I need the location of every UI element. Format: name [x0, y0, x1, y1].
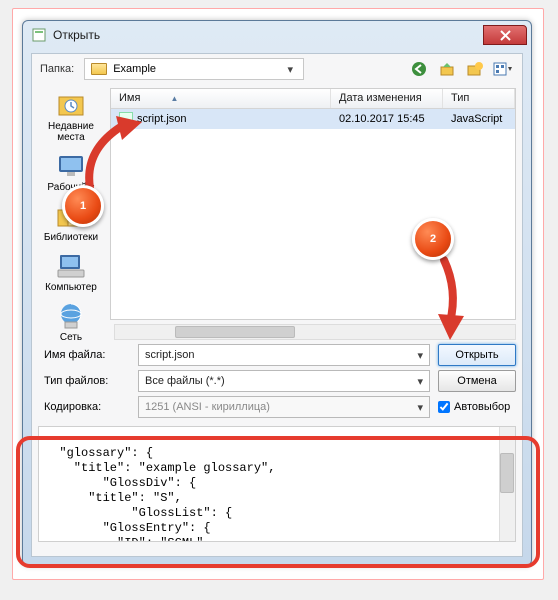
nav-icons	[408, 58, 514, 80]
chevron-down-icon: ▾	[283, 63, 297, 76]
filename-row: Имя файла: script.json▾ Открыть	[32, 342, 522, 368]
cancel-button[interactable]: Отмена	[438, 370, 516, 392]
scroll-thumb[interactable]	[500, 453, 514, 493]
annotation-arrow-2	[414, 250, 484, 340]
preview-text: "glossary": { "title": "example glossary…	[39, 427, 515, 542]
view-menu-icon[interactable]	[492, 58, 514, 80]
autodetect-checkbox[interactable]: Автовыбор	[438, 401, 516, 413]
file-row[interactable]: script.json 02.10.2017 15:45 JavaScript	[111, 109, 515, 129]
col-type[interactable]: Тип	[443, 89, 515, 108]
back-icon[interactable]	[408, 58, 430, 80]
folder-label: Папка:	[40, 63, 74, 75]
place-label: Компьютер	[45, 282, 97, 293]
folder-name: Example	[113, 63, 156, 75]
file-type: JavaScript	[443, 111, 515, 127]
folder-icon	[91, 63, 107, 75]
folder-bar: Папка: Example ▾	[32, 54, 522, 84]
filetype-row: Тип файлов: Все файлы (*.*)▾ Отмена	[32, 368, 522, 394]
place-label: Библиотеки	[44, 232, 98, 243]
col-name[interactable]: Имя▲	[111, 89, 331, 108]
callout-2: 2	[412, 218, 454, 260]
sort-asc-icon: ▲	[170, 94, 178, 103]
titlebar: Открыть	[23, 21, 531, 49]
place-network[interactable]: Сеть	[34, 299, 108, 345]
callout-1: 1	[62, 185, 104, 227]
col-modified[interactable]: Дата изменения	[331, 89, 443, 108]
app-icon	[31, 27, 47, 43]
folder-dropdown[interactable]: Example ▾	[84, 58, 304, 80]
filename-input[interactable]: script.json▾	[138, 344, 430, 366]
encoding-label: Кодировка:	[44, 401, 130, 413]
column-headers[interactable]: Имя▲ Дата изменения Тип	[111, 89, 515, 109]
encoding-select[interactable]: 1251 (ANSI - кириллица)▾	[138, 396, 430, 418]
filetype-label: Тип файлов:	[44, 375, 130, 387]
encoding-row: Кодировка: 1251 (ANSI - кириллица)▾ Авто…	[32, 394, 522, 420]
chevron-down-icon: ▾	[417, 401, 423, 414]
preview-pane: "glossary": { "title": "example glossary…	[38, 426, 516, 542]
place-label: Сеть	[60, 332, 82, 343]
filetype-select[interactable]: Все файлы (*.*)▾	[138, 370, 430, 392]
open-button[interactable]: Открыть	[438, 344, 516, 366]
chevron-down-icon: ▾	[417, 375, 423, 388]
window-title: Открыть	[53, 28, 483, 42]
new-folder-icon[interactable]	[464, 58, 486, 80]
filename-label: Имя файла:	[44, 349, 130, 361]
scroll-thumb[interactable]	[175, 326, 295, 338]
close-button[interactable]	[483, 25, 527, 45]
up-icon[interactable]	[436, 58, 458, 80]
autodetect-input[interactable]	[438, 401, 450, 413]
chevron-down-icon: ▾	[417, 349, 423, 362]
file-modified: 02.10.2017 15:45	[331, 111, 443, 127]
place-computer[interactable]: Компьютер	[34, 249, 108, 295]
